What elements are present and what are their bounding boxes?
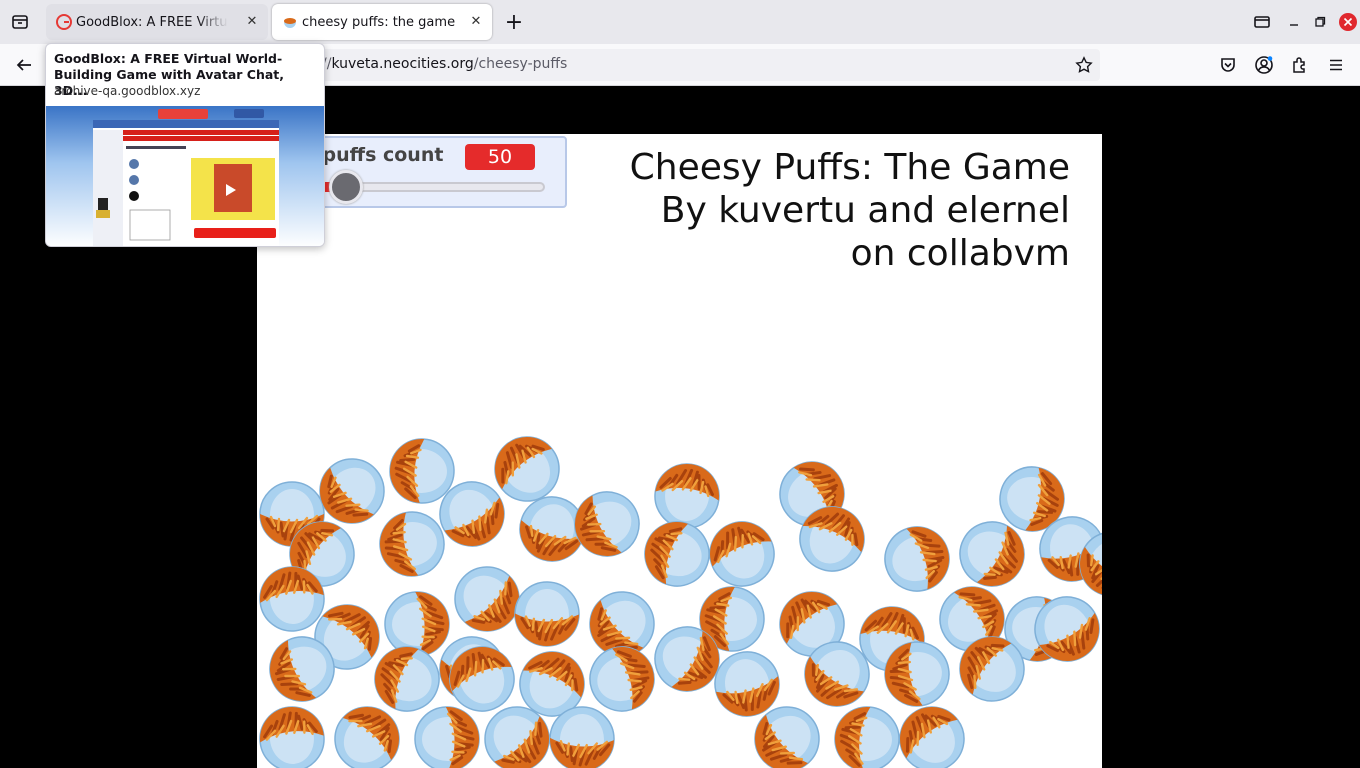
cheesy-puff-bowl [897, 704, 967, 768]
close-tab-icon[interactable]: ✕ [244, 14, 260, 30]
cheesy-puff-bowl [547, 704, 617, 768]
cheesy-puff-bowl [512, 579, 582, 649]
cheesy-puff-bowl [572, 489, 642, 559]
game-title: Cheesy Puffs: The Game By kuvertu and el… [610, 146, 1070, 275]
cheesy-puff-bowl [267, 634, 337, 704]
tab-overview-icon[interactable] [6, 8, 34, 36]
tab-goodblox[interactable]: GoodBlox: A FREE Virtual World-Building … [46, 4, 268, 40]
maximize-window-icon[interactable] [1306, 8, 1334, 36]
back-arrow-icon[interactable] [10, 51, 38, 79]
tab-preview-popup: GoodBlox: A FREE Virtual World-Building … [45, 43, 325, 247]
cheesy-puff-bowl [332, 704, 402, 768]
game-page: Cheesy puffs count 50 Cheesy Puffs: The … [257, 134, 1102, 768]
cheesy-puff-bowl [377, 509, 447, 579]
cheesy-puff-bowl [802, 639, 872, 709]
bookmark-star-icon[interactable] [1070, 51, 1098, 79]
cheesy-puff-bowl [642, 519, 712, 589]
url-host: kuveta.neocities.org [331, 56, 474, 72]
close-tab-icon[interactable]: ✕ [468, 14, 484, 30]
url-path: /cheesy-puffs [473, 56, 568, 72]
list-all-tabs-icon[interactable] [1248, 8, 1276, 36]
cheesy-puff-bowl [797, 504, 867, 574]
cheesy-puff-bowl [752, 704, 822, 768]
cheesy-puff-bowl [957, 519, 1027, 589]
url-text: //kuveta.neocities.org/cheesy-puffs [322, 56, 567, 72]
tab-cheesy-puffs[interactable]: cheesy puffs: the game ✕ [272, 4, 492, 40]
cheesy-puff-bowl [832, 704, 902, 768]
account-icon[interactable] [1250, 51, 1278, 79]
cheesy-puff-bowl [957, 634, 1027, 704]
cheesy-puff-bowl [257, 704, 327, 768]
extensions-icon[interactable] [1286, 51, 1314, 79]
cheesy-puff-bowl [707, 519, 777, 589]
hamburger-menu-icon[interactable] [1322, 51, 1350, 79]
cheesy-puff-bowl [482, 704, 552, 768]
cheesy-puff-bowl [412, 704, 482, 768]
tab-label: cheesy puffs: the game [302, 14, 456, 30]
pocket-icon[interactable] [1214, 51, 1242, 79]
preview-thumbnail [46, 106, 324, 246]
cheesy-puff-bowl [1032, 594, 1102, 664]
cheesy-puffs-favicon-icon [282, 14, 298, 30]
slider-thumb[interactable] [329, 170, 363, 204]
cheesy-puff-bowl [437, 479, 507, 549]
tab-label: GoodBlox: A FREE Virtual World-Building … [76, 14, 228, 30]
preview-domain: archive-qa.goodblox.xyz [54, 84, 201, 98]
address-bar[interactable]: //kuveta.neocities.org/cheesy-puffs [300, 49, 1100, 81]
title-line: By kuvertu and elernel [660, 190, 1070, 231]
cheesy-puff-bowl [882, 639, 952, 709]
close-window-icon[interactable] [1334, 8, 1360, 36]
title-line: on collabvm [850, 233, 1070, 274]
cheesy-puff-bowl [1077, 529, 1102, 599]
minimize-window-icon[interactable] [1280, 8, 1308, 36]
counter-value: 50 [465, 144, 535, 170]
tab-strip: GoodBlox: A FREE Virtual World-Building … [0, 0, 1360, 44]
new-tab-button[interactable]: + [500, 8, 528, 36]
title-line: Cheesy Puffs: The Game [629, 147, 1070, 188]
goodblox-favicon-icon [56, 14, 72, 30]
